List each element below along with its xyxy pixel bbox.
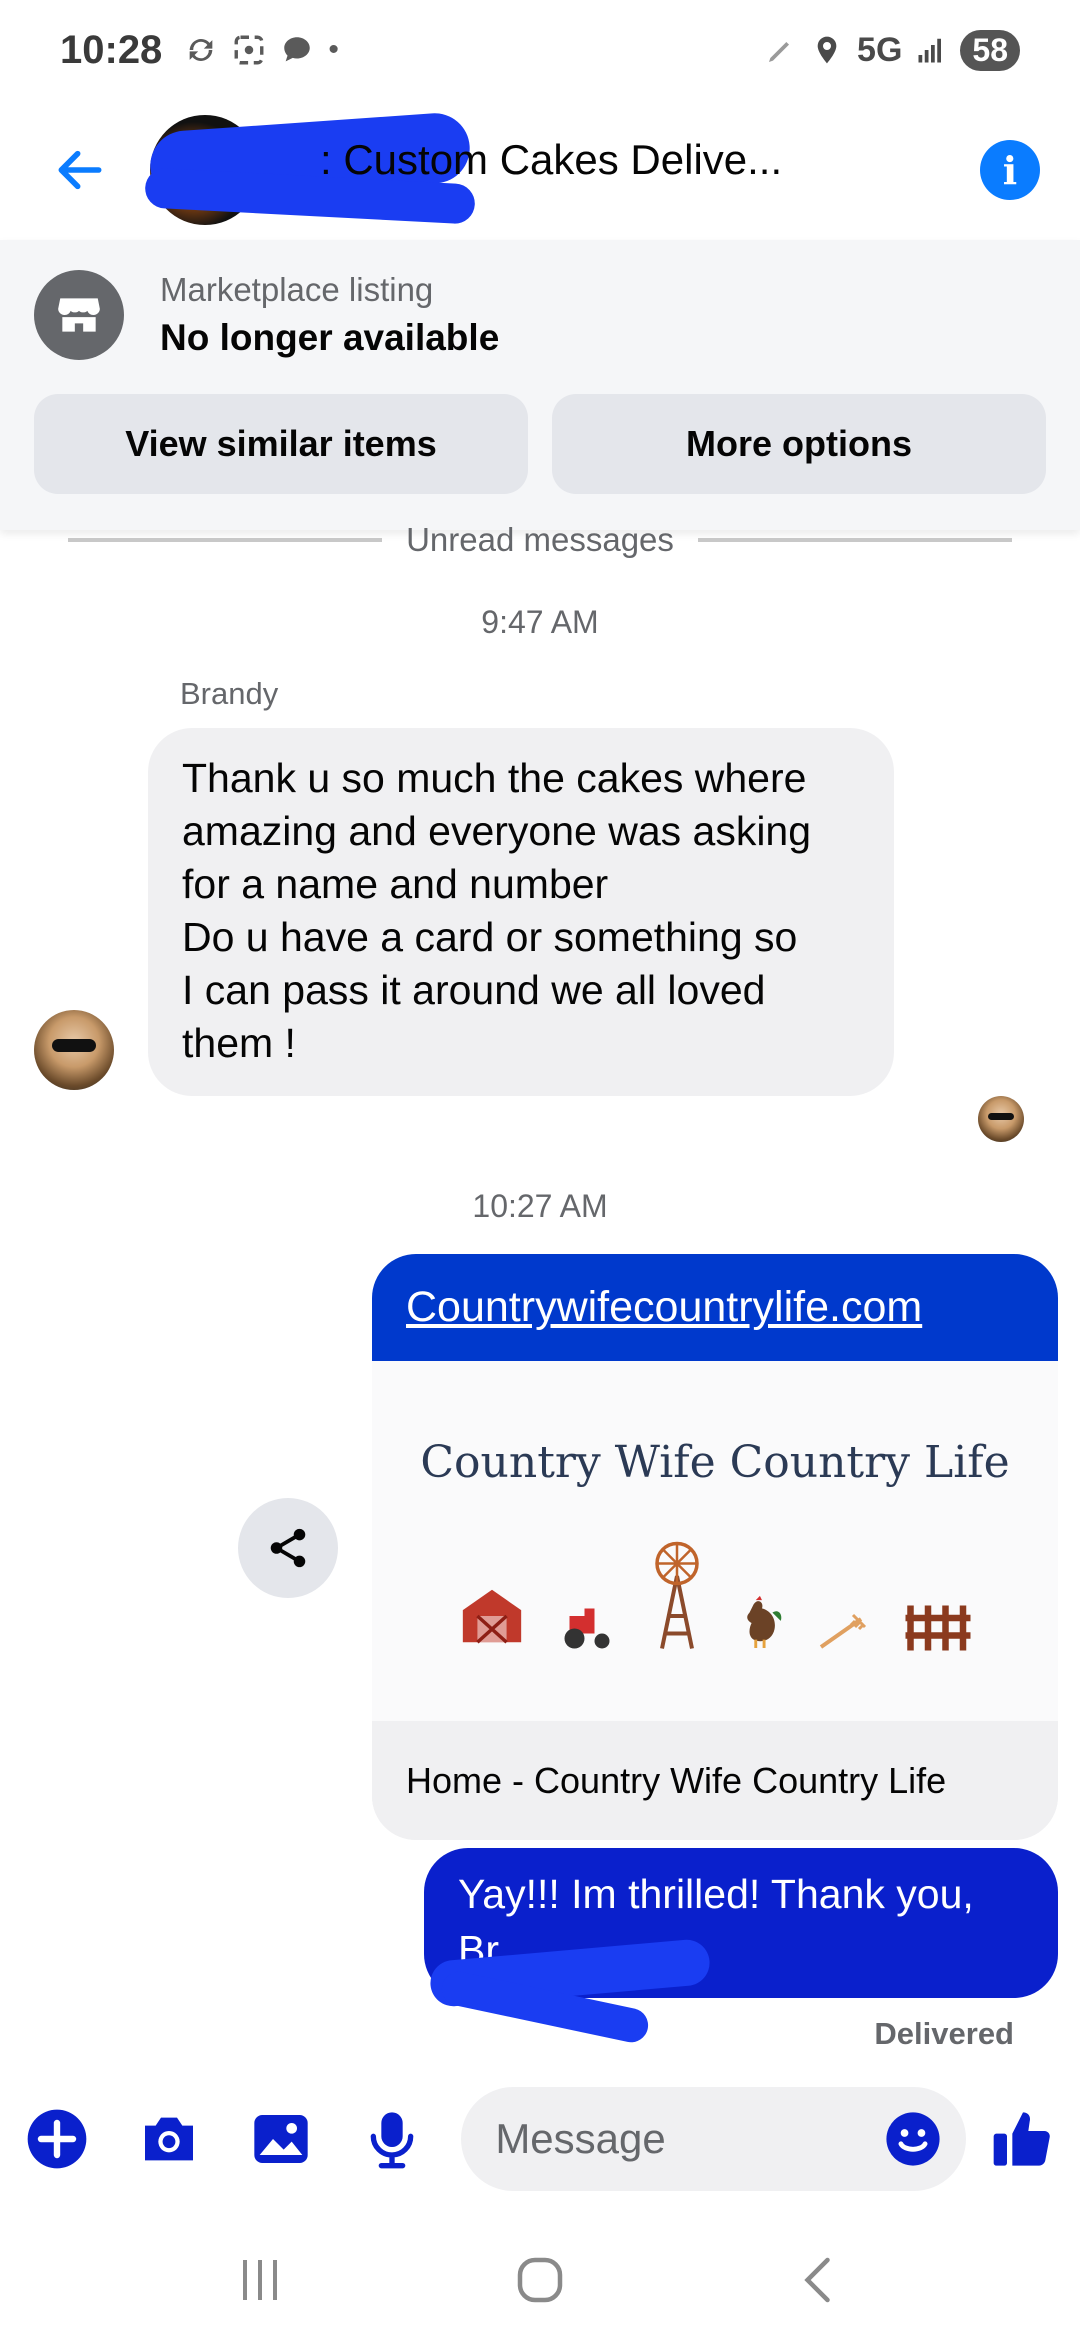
dot-icon: • [328, 33, 339, 66]
link-preview-card[interactable]: Countrywifecountrylife.com Country Wife … [372, 1254, 1058, 1840]
link-header: Countrywifecountrylife.com [372, 1254, 1058, 1361]
system-navigation-bar [0, 2220, 1080, 2340]
gallery-button[interactable] [246, 2104, 316, 2174]
message-line: them ! [182, 1020, 296, 1066]
plus-icon [27, 2109, 87, 2169]
conversation-header: : Custom Cakes Delive... i [0, 100, 1080, 240]
message-line: Thank u so much the cakes where [182, 755, 807, 801]
status-system-icons: 5G 58 [765, 29, 1020, 71]
image-icon [253, 2115, 308, 2163]
message-input[interactable]: Message [461, 2087, 967, 2191]
tractor-icon [564, 1608, 610, 1649]
camera-icon [144, 2117, 193, 2161]
chat-icon [284, 37, 311, 62]
message-line: I can pass it around we all loved [182, 967, 766, 1013]
back-nav-icon[interactable] [790, 2250, 850, 2310]
status-bar: 10:28 • 5G 58 [0, 0, 1080, 100]
back-arrow-icon [58, 150, 102, 190]
barn-icon [462, 1589, 522, 1644]
link-url[interactable]: Countrywifecountrylife.com [406, 1283, 922, 1332]
unread-divider: Unread messages [68, 520, 1012, 560]
emoji-icon[interactable] [884, 2110, 942, 2168]
battery-level: 58 [960, 29, 1020, 71]
info-button[interactable]: i [980, 140, 1040, 200]
screenshot-icon [234, 35, 264, 65]
message-timestamp: 10:27 AM [472, 1188, 608, 1224]
pen-icon [769, 42, 790, 62]
farm-illustration [372, 1541, 1058, 1651]
fence-icon [905, 1605, 971, 1651]
location-icon [817, 36, 837, 64]
conversation-title[interactable]: : Custom Cakes Delive... [320, 136, 940, 184]
preview-site-title: Country Wife Country Life [420, 1437, 1010, 1488]
recent-apps-icon[interactable] [230, 2250, 290, 2310]
windmill-icon [655, 1541, 699, 1649]
read-receipt-avatar [978, 1096, 1024, 1142]
more-options-button[interactable]: More options [552, 394, 1046, 494]
link-page-title: Home - Country Wife Country Life [372, 1721, 1058, 1840]
divider-line [697, 538, 1012, 542]
listing-status: No longer available [160, 317, 500, 358]
divider-line [68, 538, 383, 542]
signal-icon [918, 38, 942, 63]
sync-icon [189, 39, 213, 61]
message-composer: Message [0, 2084, 1080, 2194]
incoming-message-bubble[interactable]: Thank u so much the cakes where amazing … [148, 728, 894, 1096]
message-line: for a name and number [182, 861, 609, 907]
network-label: 5G [857, 30, 903, 69]
marketplace-label: Marketplace listing [160, 271, 434, 308]
status-time: 10:28 [60, 27, 163, 72]
storefront-icon [34, 270, 124, 360]
message-line: Do u have a card or something so [182, 914, 798, 960]
add-button[interactable] [22, 2104, 92, 2174]
message-placeholder: Message [495, 2115, 666, 2162]
back-button[interactable] [40, 130, 120, 210]
home-icon[interactable] [510, 2250, 570, 2310]
sender-name: Brandy [180, 676, 279, 711]
camera-button[interactable] [134, 2104, 204, 2174]
status-notification-icons: • [184, 33, 339, 67]
microphone-icon [371, 2112, 414, 2169]
rooster-icon [747, 1595, 782, 1648]
sender-avatar[interactable] [34, 1010, 114, 1090]
like-button[interactable] [988, 2104, 1058, 2174]
view-similar-items-button[interactable]: View similar items [34, 394, 528, 494]
delivery-status: Delivered [874, 2016, 1014, 2051]
voice-button[interactable] [357, 2104, 427, 2174]
message-timestamp: 9:47 AM [481, 604, 599, 640]
rake-icon [819, 1613, 867, 1649]
share-button[interactable] [238, 1498, 338, 1598]
share-icon [270, 1528, 306, 1568]
marketplace-panel: Marketplace listing No longer available … [0, 240, 1080, 530]
thumbs-up-icon [993, 2112, 1050, 2166]
link-preview-image: Country Wife Country Life [372, 1361, 1058, 1721]
message-line: amazing and everyone was asking [182, 808, 812, 854]
unread-divider-text: Unread messages [406, 521, 674, 558]
